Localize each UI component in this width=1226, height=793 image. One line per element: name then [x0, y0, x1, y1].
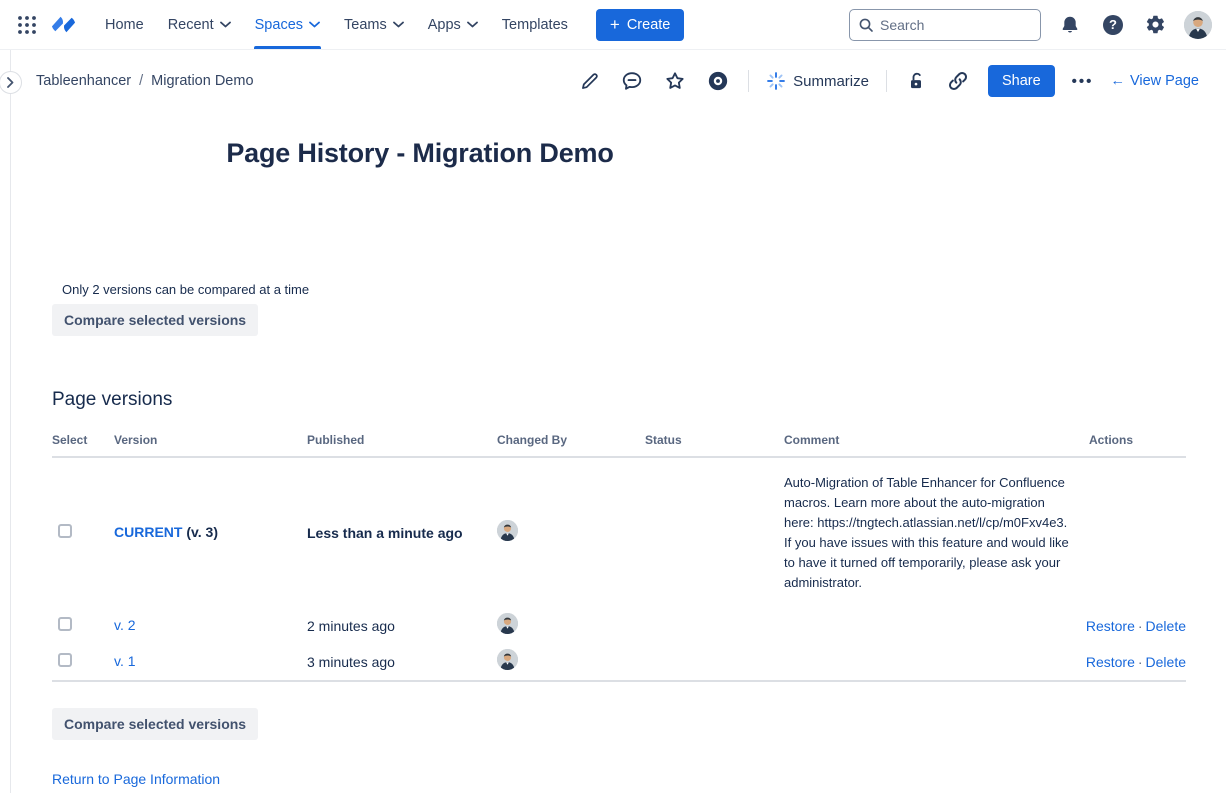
- summarize-button[interactable]: Summarize: [766, 71, 869, 91]
- pencil-icon: [579, 71, 600, 92]
- chevron-down-icon: [393, 21, 404, 28]
- version-link[interactable]: CURRENT: [114, 524, 182, 540]
- compare-selected-versions-button-bottom[interactable]: Compare selected versions: [52, 708, 258, 740]
- chevron-down-icon: [220, 21, 231, 28]
- nav-item-spaces[interactable]: Spaces: [243, 0, 332, 49]
- eye-icon: [707, 70, 729, 92]
- actions-separator: ·: [1135, 654, 1146, 670]
- toolbar-divider: [886, 70, 887, 92]
- actions-cell: Restore·Delete: [1074, 654, 1186, 670]
- published-time: 2 minutes ago: [307, 618, 497, 634]
- share-button[interactable]: Share: [988, 65, 1055, 97]
- compare-selected-versions-button-top[interactable]: Compare selected versions: [52, 304, 258, 336]
- page-versions-heading: Page versions: [52, 389, 1186, 411]
- app-grid-icon: [16, 14, 38, 36]
- ai-sparkle-icon: [766, 71, 786, 91]
- changed-by-avatar: [497, 649, 518, 670]
- actions-cell: Restore·Delete: [1074, 618, 1186, 634]
- sidebar-expand-button[interactable]: [0, 71, 22, 94]
- versions-table-header: Select Version Published Changed By Stat…: [52, 425, 1186, 458]
- page-history-content: Page History - Migration Demo Only 2 ver…: [52, 138, 1186, 789]
- app-switcher-button[interactable]: [12, 10, 42, 40]
- published-time: 3 minutes ago: [307, 654, 497, 670]
- column-header-version: Version: [114, 433, 307, 447]
- nav-item-teams[interactable]: Teams: [332, 0, 416, 49]
- nav-item-templates[interactable]: Templates: [490, 0, 580, 49]
- more-menu-button[interactable]: •••: [1072, 73, 1094, 90]
- column-header-status: Status: [645, 433, 784, 447]
- watch-button[interactable]: [705, 68, 731, 94]
- nav-item-recent[interactable]: Recent: [156, 0, 243, 49]
- versions-table: Select Version Published Changed By Stat…: [52, 425, 1186, 682]
- restrictions-button[interactable]: [904, 69, 928, 93]
- version-comment: Auto-Migration of Table Enhancer for Con…: [784, 463, 1074, 603]
- settings-button[interactable]: [1141, 10, 1170, 39]
- compare-note: Only 2 versions can be compared at a tim…: [62, 282, 1186, 297]
- gear-icon: [1145, 14, 1166, 35]
- delete-link[interactable]: Delete: [1146, 618, 1186, 634]
- favorite-button[interactable]: [662, 68, 688, 94]
- column-header-select: Select: [52, 433, 114, 447]
- column-header-changed-by: Changed By: [497, 433, 645, 447]
- version-suffix: (v. 3): [182, 524, 218, 540]
- changed-by-avatar: [497, 613, 518, 634]
- nav-item-apps[interactable]: Apps: [416, 0, 490, 49]
- comment-button[interactable]: [619, 68, 645, 94]
- star-icon: [664, 70, 686, 92]
- column-header-comment: Comment: [784, 433, 1074, 447]
- table-row-v2: v. 2 2 minutes ago Restore·Delete: [52, 608, 1186, 644]
- table-row-current: CURRENT (v. 3) Less than a minute ago Au…: [52, 458, 1186, 608]
- table-row-v1: v. 1 3 minutes ago Restore·Delete: [52, 644, 1186, 680]
- select-version-checkbox[interactable]: [58, 617, 72, 631]
- nav-item-home[interactable]: Home: [93, 0, 156, 49]
- version-link[interactable]: v. 2: [114, 617, 136, 633]
- edit-button[interactable]: [577, 69, 602, 94]
- comment-bubble-icon: [621, 70, 643, 92]
- top-navigation: Home Recent Spaces Teams Apps Templates …: [0, 0, 1226, 50]
- column-header-published: Published: [307, 433, 497, 447]
- select-version-checkbox[interactable]: [58, 524, 72, 538]
- page-toolbar: Summarize Share ••• ← View Page: [577, 65, 1199, 97]
- published-time: Less than a minute ago: [307, 525, 497, 541]
- create-button[interactable]: + Create: [596, 9, 684, 41]
- confluence-logo-icon[interactable]: [50, 12, 77, 37]
- search-input[interactable]: [880, 17, 1032, 33]
- version-link[interactable]: v. 1: [114, 653, 136, 669]
- breadcrumb-space-link[interactable]: Tableenhancer: [36, 73, 131, 89]
- changed-by-avatar: [497, 520, 518, 541]
- actions-separator: ·: [1135, 618, 1146, 634]
- primary-nav: Home Recent Spaces Teams Apps Templates: [93, 0, 580, 49]
- arrow-left-icon: ←: [1110, 73, 1125, 89]
- help-button[interactable]: ?: [1099, 11, 1127, 39]
- toolbar-divider: [748, 70, 749, 92]
- page-title: Page History - Migration Demo: [40, 138, 800, 169]
- unlocked-padlock-icon: [906, 71, 926, 91]
- chevron-down-icon: [467, 21, 478, 28]
- page-header-bar: Tableenhancer / Migration Demo: [0, 50, 1226, 112]
- ellipsis-icon: •••: [1072, 73, 1094, 90]
- return-to-page-information-link[interactable]: Return to Page Information: [52, 771, 220, 787]
- delete-link[interactable]: Delete: [1146, 654, 1186, 670]
- search-icon: [858, 17, 874, 33]
- chevron-down-icon: [309, 21, 320, 28]
- breadcrumb-page-link[interactable]: Migration Demo: [151, 73, 253, 89]
- column-header-actions: Actions: [1074, 433, 1186, 447]
- bell-icon: [1059, 14, 1081, 36]
- select-version-checkbox[interactable]: [58, 653, 72, 667]
- search-box[interactable]: [849, 9, 1041, 41]
- breadcrumb-separator: /: [139, 73, 143, 89]
- restore-link[interactable]: Restore: [1086, 654, 1135, 670]
- breadcrumb: Tableenhancer / Migration Demo: [36, 73, 254, 89]
- copy-link-button[interactable]: [945, 68, 971, 94]
- notifications-button[interactable]: [1055, 10, 1085, 40]
- view-page-link[interactable]: ← View Page: [1110, 73, 1199, 89]
- plus-icon: +: [610, 16, 620, 33]
- user-avatar[interactable]: [1184, 11, 1212, 39]
- help-icon: ?: [1103, 15, 1123, 35]
- restore-link[interactable]: Restore: [1086, 618, 1135, 634]
- link-icon: [947, 70, 969, 92]
- collapsed-sidebar-rail: [10, 50, 11, 793]
